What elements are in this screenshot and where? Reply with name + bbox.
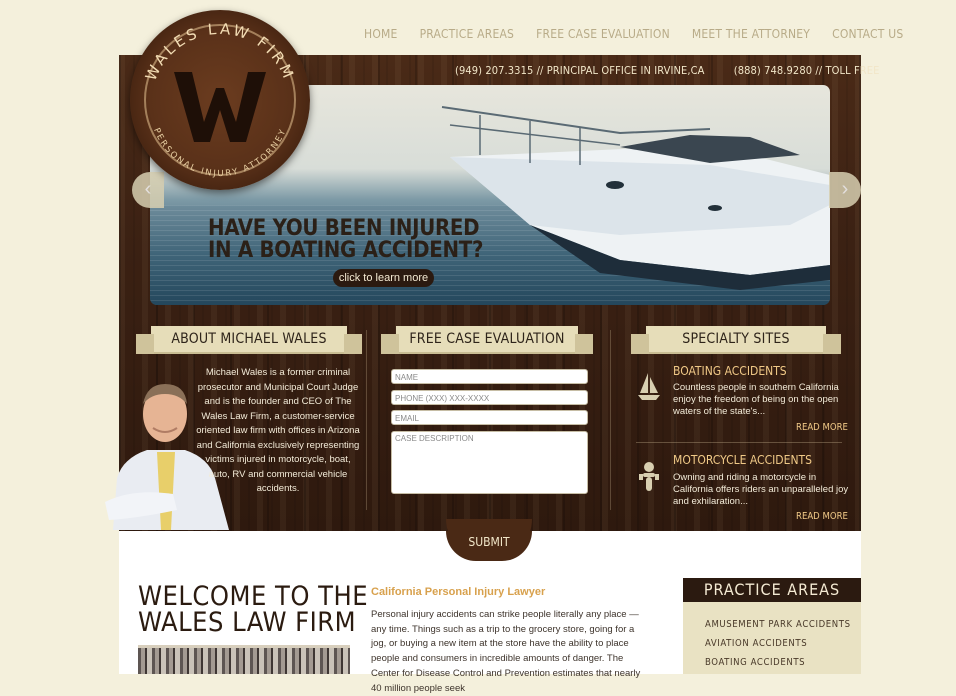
phone-field[interactable]: PHONE (XXX) XXX-XXXX <box>391 390 588 405</box>
hero-title-line-1: HAVE YOU BEEN INJURED <box>208 216 480 241</box>
form-heading: FREE CASE EVALUATION <box>409 331 565 347</box>
case-description-field[interactable]: CASE DESCRIPTION <box>391 431 588 494</box>
practice-areas-list: AMUSEMENT PARK ACCIDENTS AVIATION ACCIDE… <box>683 602 861 674</box>
intro-title: California Personal Injury Lawyer <box>371 586 546 598</box>
hero-title-line-2: IN A BOATING ACCIDENT? <box>208 238 484 263</box>
learn-more-button[interactable]: click to learn more <box>333 269 434 287</box>
motorcycle-icon <box>639 462 659 491</box>
submit-label[interactable]: SUBMIT <box>446 535 532 549</box>
about-text: Michael Wales is a former criminal prose… <box>196 367 360 494</box>
boating-accidents-text: Countless people in southern California … <box>673 382 839 417</box>
about-heading: ABOUT MICHAEL WALES <box>171 331 327 347</box>
column-divider <box>610 330 611 510</box>
practice-area-item[interactable]: AMUSEMENT PARK ACCIDENTS <box>705 619 851 630</box>
svg-text:PERSONAL INJURY ATTORNEY: PERSONAL INJURY ATTORNEY <box>151 127 289 179</box>
form-ribbon: FREE CASE EVALUATION <box>381 326 593 354</box>
specialty-heading: SPECIALTY SITES <box>682 331 790 347</box>
motorcycle-read-more-link[interactable]: READ MORE <box>796 511 848 522</box>
nav-free-case-evaluation[interactable]: FREE CASE EVALUATION <box>536 27 670 41</box>
building-image <box>138 645 350 674</box>
boating-accidents-title[interactable]: BOATING ACCIDENTS <box>673 364 787 378</box>
practice-area-item[interactable]: BOATING ACCIDENTS <box>705 657 805 668</box>
main-nav: HOME PRACTICE AREAS FREE CASE EVALUATION… <box>364 27 925 41</box>
phone-bar: (949) 207.3315 // PRINCIPAL OFFICE IN IR… <box>455 64 905 77</box>
practice-areas-heading: PRACTICE AREAS <box>683 578 861 602</box>
nav-home[interactable]: HOME <box>364 27 398 41</box>
welcome-heading: WELCOME TO THE WALES LAW FIRM <box>138 583 368 638</box>
tollfree-phone: (888) 748.9280 // TOLL FREE <box>733 64 880 77</box>
svg-text:WALES LAW FIRM: WALES LAW FIRM <box>142 20 298 84</box>
specialty-ribbon: SPECIALTY SITES <box>631 326 841 354</box>
office-phone: (949) 207.3315 // PRINCIPAL OFFICE IN IR… <box>455 64 705 77</box>
motorcycle-accidents-text: Owning and riding a motorcycle in Califo… <box>673 472 849 507</box>
nav-contact-us[interactable]: CONTACT US <box>832 27 903 41</box>
sailboat-icon <box>638 373 660 400</box>
intro-body: Personal injury accidents can strike peo… <box>371 609 641 694</box>
email-field[interactable]: EMAIL <box>391 410 588 425</box>
logo-monogram-w-icon <box>174 72 266 142</box>
logo-bottom-text: PERSONAL INJURY ATTORNEY <box>151 127 287 179</box>
logo-top-text: WALES LAW FIRM <box>142 20 295 84</box>
welcome-line-2: WALES LAW FIRM <box>138 607 357 638</box>
name-field[interactable]: NAME <box>391 369 588 384</box>
logo[interactable]: WALES LAW FIRM PERSONAL INJURY ATTORNEY <box>130 10 310 190</box>
logo-text: WALES LAW FIRM PERSONAL INJURY ATTORNEY <box>142 20 298 179</box>
motorcycle-accidents-title[interactable]: MOTORCYCLE ACCIDENTS <box>673 453 812 467</box>
nav-practice-areas[interactable]: PRACTICE AREAS <box>420 27 515 41</box>
hero-title: HAVE YOU BEEN INJURED IN A BOATING ACCID… <box>208 218 483 262</box>
boating-read-more-link[interactable]: READ MORE <box>796 422 848 433</box>
practice-area-item[interactable]: AVIATION ACCIDENTS <box>705 638 807 649</box>
about-ribbon: ABOUT MICHAEL WALES <box>136 326 362 354</box>
specialty-divider <box>636 442 842 443</box>
column-divider <box>366 330 367 510</box>
nav-meet-the-attorney[interactable]: MEET THE ATTORNEY <box>692 27 810 41</box>
